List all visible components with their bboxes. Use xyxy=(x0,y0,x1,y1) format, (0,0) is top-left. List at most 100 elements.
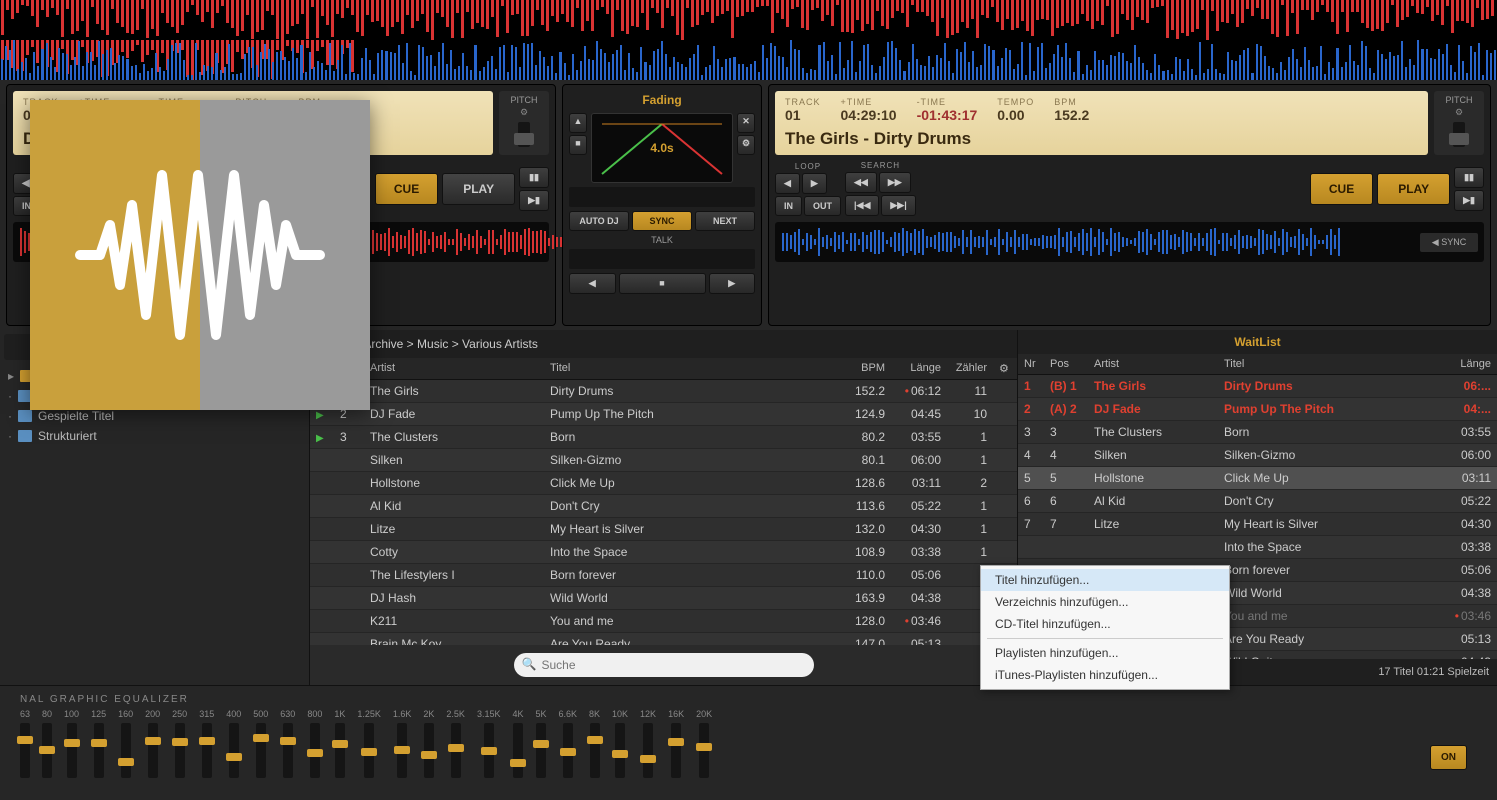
eq-slider[interactable] xyxy=(94,723,104,778)
table-row[interactable]: ▶ 3 The Clusters Born 80.2 03:55 1 xyxy=(310,426,1017,449)
col-header-artist[interactable]: Artist xyxy=(364,358,544,379)
col-header-lange[interactable]: Länge xyxy=(891,358,947,379)
deck-b-skip-fwd[interactable]: ▶▶| xyxy=(881,195,915,216)
context-menu-item[interactable]: Titel hinzufügen... xyxy=(981,569,1229,591)
deck-b-play-button[interactable]: PLAY xyxy=(1377,173,1450,205)
eq-slider[interactable] xyxy=(67,723,77,778)
deck-b-search-fwd[interactable]: ▶▶ xyxy=(879,172,911,193)
xfade-center[interactable]: ■ xyxy=(619,273,706,294)
eq-slider[interactable] xyxy=(229,723,239,778)
wl-col-titel[interactable]: Titel xyxy=(1218,354,1445,374)
eq-slider[interactable] xyxy=(256,723,266,778)
table-row[interactable]: Silken Silken-Gizmo 80.1 06:00 1 xyxy=(310,449,1017,472)
eq-slider[interactable] xyxy=(310,723,320,778)
waitlist-row[interactable]: 3 3 The Clusters Born 03:55 xyxy=(1018,421,1497,444)
eq-slider[interactable] xyxy=(484,723,494,778)
table-row[interactable]: ▶ 2 DJ Fade Pump Up The Pitch 124.9 04:4… xyxy=(310,403,1017,426)
deck-a-play-button[interactable]: PLAY xyxy=(442,173,515,205)
eq-slider[interactable] xyxy=(615,723,625,778)
table-row[interactable]: ▶ 1 The Girls Dirty Drums 152.2 06:12 11 xyxy=(310,380,1017,403)
context-menu-item[interactable]: CD-Titel hinzufügen... xyxy=(981,613,1229,635)
deck-b-pause[interactable]: ▮▮ xyxy=(1454,167,1484,188)
waitlist-row[interactable]: 1 (B) 1 The Girls Dirty Drums 06:... xyxy=(1018,375,1497,398)
table-row[interactable]: Brain Mc Koy Are You Ready 147.0 05:13 3 xyxy=(310,633,1017,645)
search-input[interactable] xyxy=(514,653,814,677)
eq-slider[interactable] xyxy=(121,723,131,778)
deck-a-pause[interactable]: ▮▮ xyxy=(519,167,549,188)
eq-slider[interactable] xyxy=(699,723,709,778)
deck-b-loop-out[interactable]: OUT xyxy=(804,196,841,216)
waitlist-row[interactable]: 2 (A) 2 DJ Fade Pump Up The Pitch 04:... xyxy=(1018,398,1497,421)
eq-slider[interactable] xyxy=(42,723,52,778)
waitlist-row[interactable]: Into the Space 03:38 xyxy=(1018,536,1497,559)
eq-on-button[interactable]: ON xyxy=(1430,745,1467,770)
deck-b-sync-button[interactable]: ◀ SYNC xyxy=(1420,233,1478,252)
mixer-btn-1[interactable]: ▲ xyxy=(569,113,587,133)
deck-a-pitch-slider[interactable]: PITCH ⚙ xyxy=(499,91,549,155)
waitlist-row[interactable]: 4 4 Silken Silken-Gizmo 06:00 xyxy=(1018,444,1497,467)
eq-slider[interactable] xyxy=(513,723,523,778)
table-row[interactable]: K211 You and me 128.0 03:46 1 xyxy=(310,610,1017,633)
table-row[interactable]: Cotty Into the Space 108.9 03:38 1 xyxy=(310,541,1017,564)
table-row[interactable]: Al Kid Don't Cry 113.6 05:22 1 xyxy=(310,495,1017,518)
auto-dj-button[interactable]: AUTO DJ xyxy=(569,211,629,231)
context-menu-item[interactable]: Playlisten hinzufügen... xyxy=(981,642,1229,664)
deck-b-search-back[interactable]: ◀◀ xyxy=(845,172,877,193)
eq-slider[interactable] xyxy=(643,723,653,778)
eq-slider[interactable] xyxy=(536,723,546,778)
eq-slider[interactable] xyxy=(451,723,461,778)
mixer-btn-4[interactable]: ⚙ xyxy=(737,135,755,155)
crossfader-main[interactable] xyxy=(569,249,755,269)
eq-slider[interactable] xyxy=(671,723,681,778)
deck-b-loop-in[interactable]: IN xyxy=(775,196,802,216)
eq-slider[interactable] xyxy=(364,723,374,778)
mixer-btn-2[interactable]: ■ xyxy=(569,135,587,155)
xfade-right[interactable]: ▶ xyxy=(709,273,756,294)
waitlist-row[interactable]: 5 5 Hollstone Click Me Up 03:11 xyxy=(1018,467,1497,490)
col-header-config-icon[interactable]: ⚙ xyxy=(993,358,1017,379)
table-row[interactable]: Litze My Heart is Silver 132.0 04:30 1 xyxy=(310,518,1017,541)
gear-icon[interactable]: ⚙ xyxy=(1455,107,1463,118)
deck-b-cue-button[interactable]: CUE xyxy=(1310,173,1373,205)
deck-b-loop-prev[interactable]: ◀ xyxy=(775,173,800,194)
deck-b-loop-next[interactable]: ▶ xyxy=(802,173,827,194)
overview-waveform[interactable] xyxy=(0,0,1497,80)
wl-col-pos[interactable]: Pos xyxy=(1044,354,1088,374)
table-row[interactable]: DJ Hash Wild World 163.9 04:38 0 xyxy=(310,587,1017,610)
deck-b-skip-back[interactable]: |◀◀ xyxy=(845,195,879,216)
eq-slider[interactable] xyxy=(590,723,600,778)
eq-slider[interactable] xyxy=(20,723,30,778)
col-header-bpm[interactable]: BPM xyxy=(841,358,891,379)
wl-col-nr[interactable]: Nr xyxy=(1018,354,1044,374)
gear-icon[interactable]: ⚙ xyxy=(520,107,528,118)
eq-slider[interactable] xyxy=(335,723,345,778)
eq-slider[interactable] xyxy=(175,723,185,778)
wl-col-artist[interactable]: Artist xyxy=(1088,354,1218,374)
deck-b-waveform[interactable] xyxy=(781,226,1416,258)
eq-slider[interactable] xyxy=(397,723,407,778)
col-header-zahler[interactable]: Zähler xyxy=(947,358,993,379)
deck-b-step[interactable]: ▶▮ xyxy=(1454,190,1484,211)
table-row[interactable]: Hollstone Click Me Up 128.6 03:11 2 xyxy=(310,472,1017,495)
deck-b-pitch-slider[interactable]: PITCH ⚙ xyxy=(1434,91,1484,155)
eq-slider[interactable] xyxy=(202,723,212,778)
mixer-btn-3[interactable]: ✕ xyxy=(737,113,755,133)
wl-col-lange[interactable]: Länge xyxy=(1445,354,1497,374)
waitlist-row[interactable]: 7 7 Litze My Heart is Silver 04:30 xyxy=(1018,513,1497,536)
waitlist-row[interactable]: 6 6 Al Kid Don't Cry 05:22 xyxy=(1018,490,1497,513)
next-button[interactable]: NEXT xyxy=(695,211,755,231)
crossfader-1[interactable] xyxy=(569,187,755,207)
deck-a-step[interactable]: ▶▮ xyxy=(519,190,549,211)
table-row[interactable]: The Lifestylers I Born forever 110.0 05:… xyxy=(310,564,1017,587)
xfade-left[interactable]: ◀ xyxy=(569,273,616,294)
eq-slider[interactable] xyxy=(283,723,293,778)
eq-slider[interactable] xyxy=(424,723,434,778)
center-sync-button[interactable]: SYNC xyxy=(632,211,692,231)
tree-item[interactable]: ·Strukturiert xyxy=(4,426,305,446)
deck-a-cue-button[interactable]: CUE xyxy=(375,173,438,205)
col-header-titel[interactable]: Titel xyxy=(544,358,841,379)
context-menu-item[interactable]: Verzeichnis hinzufügen... xyxy=(981,591,1229,613)
eq-slider[interactable] xyxy=(563,723,573,778)
context-menu-item[interactable]: iTunes-Playlisten hinzufügen... xyxy=(981,664,1229,686)
eq-slider[interactable] xyxy=(148,723,158,778)
